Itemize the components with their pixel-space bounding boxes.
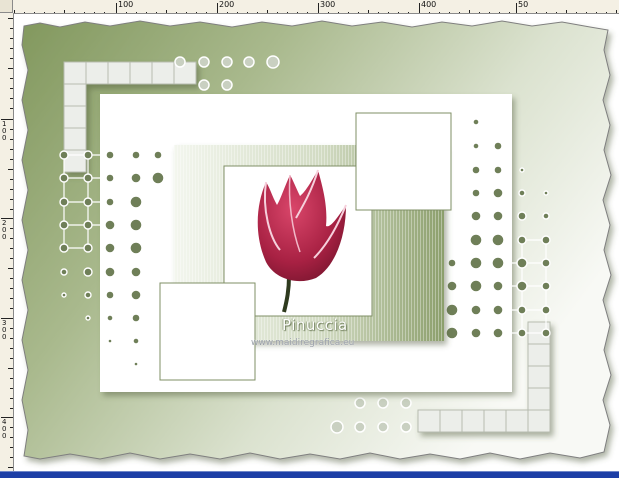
- ruler-label-400: 400: [421, 0, 437, 9]
- white-square-top-right: [355, 112, 452, 211]
- white-square-bottom-left: [159, 282, 256, 381]
- ruler-label-v400: 4 0 0: [2, 418, 7, 440]
- ruler-label-v200: 2 0 0: [2, 219, 7, 241]
- ruler-label-100: 100: [118, 0, 134, 9]
- artwork-title: Pinuccia: [282, 316, 348, 334]
- image-canvas[interactable]: Pinuccia www.maidiregrafica.eu: [14, 14, 619, 471]
- artwork-url: www.maidiregrafica.eu: [251, 338, 355, 348]
- ruler-corner[interactable]: [0, 0, 13, 13]
- artwork: [21, 20, 612, 460]
- vertical-ruler[interactable]: 1 0 0 2 0 0 3 0 0 4 0 0: [0, 13, 14, 474]
- ruler-label-500: 50: [518, 0, 529, 9]
- horizontal-ruler[interactable]: 100 200 300 400 50: [0, 0, 619, 14]
- ruler-label-200: 200: [219, 0, 235, 9]
- vertical-ruler-ticks: [1, 18, 13, 468]
- ruler-label-v100: 1 0 0: [2, 120, 7, 142]
- ruler-label-v300: 3 0 0: [2, 319, 7, 341]
- ruler-label-300: 300: [320, 0, 336, 9]
